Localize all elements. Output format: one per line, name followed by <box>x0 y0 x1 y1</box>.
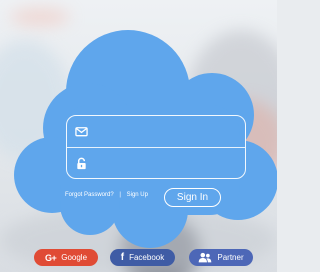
google-plus-icon: G+ <box>44 252 57 263</box>
partner-login-button[interactable]: Partner <box>189 249 253 266</box>
facebook-icon: f <box>120 252 125 263</box>
partner-button-label: Partner <box>217 253 244 262</box>
sign-in-button[interactable]: Sign In <box>164 188 221 207</box>
link-separator: | <box>119 192 121 198</box>
forgot-password-link[interactable]: Forgot Password? <box>65 192 114 198</box>
sign-up-link[interactable]: Sign Up <box>127 192 148 198</box>
users-icon <box>199 252 212 263</box>
envelope-icon <box>75 127 88 137</box>
email-field-row <box>67 116 245 147</box>
lock-icon <box>77 157 86 170</box>
auth-links: Forgot Password? | Sign Up <box>65 192 148 198</box>
email-input[interactable] <box>95 122 237 141</box>
google-button-label: Google <box>61 253 88 262</box>
facebook-button-label: Facebook <box>129 253 165 262</box>
password-field-row <box>67 148 245 179</box>
facebook-login-button[interactable]: f Facebook <box>110 249 175 266</box>
login-form <box>66 115 246 179</box>
password-input[interactable] <box>95 154 237 173</box>
google-login-button[interactable]: G+ Google <box>34 249 98 266</box>
